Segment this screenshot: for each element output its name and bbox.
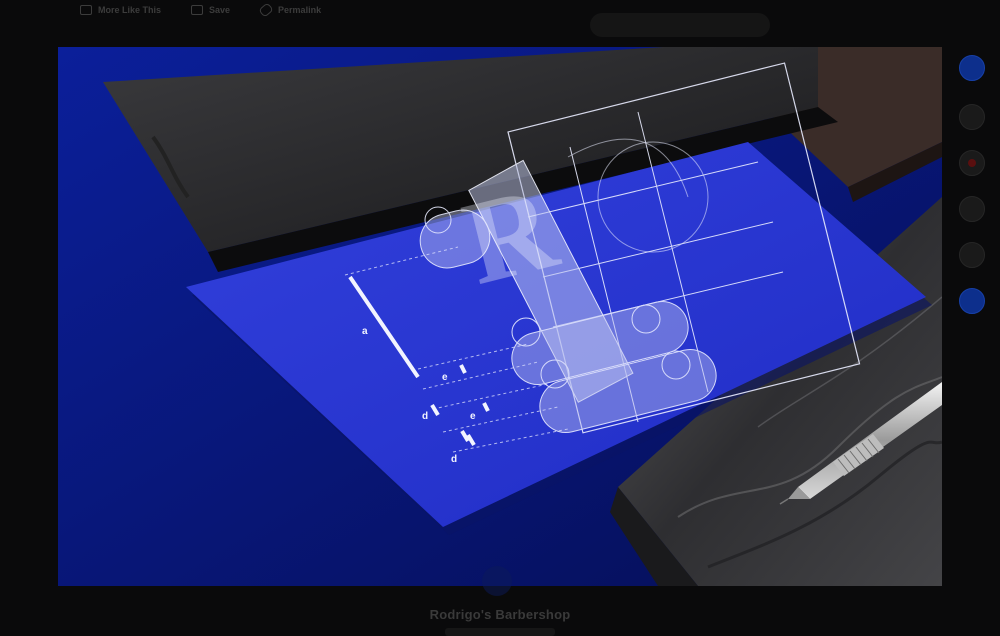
rail-pinterest[interactable] xyxy=(959,150,985,176)
share-icon xyxy=(959,242,985,268)
project-toolbar: More Like This Save Permalink xyxy=(80,0,321,20)
project-hero-image[interactable]: a e d e d R xyxy=(58,47,942,586)
mail-icon xyxy=(959,104,985,130)
social-rail xyxy=(944,55,1000,314)
business-card-mockup: a e d e d R xyxy=(58,47,942,586)
appreciate-icon xyxy=(959,288,985,314)
more-like-this-button[interactable]: More Like This xyxy=(80,5,161,15)
rail-share[interactable] xyxy=(959,242,985,268)
pinterest-icon xyxy=(959,150,985,176)
more-like-this-label: More Like This xyxy=(98,5,162,15)
message-icon xyxy=(959,196,985,222)
owner-avatar[interactable] xyxy=(482,566,512,596)
project-title: Rodrigo's Barbershop xyxy=(429,607,571,622)
link-icon xyxy=(258,2,274,18)
image-icon xyxy=(80,5,92,15)
save-label: Save xyxy=(209,5,231,15)
permalink-label: Permalink xyxy=(278,5,322,15)
dim-label-d1: d xyxy=(422,411,428,422)
dim-label-e2: e xyxy=(470,411,476,422)
dim-label-d2: d xyxy=(451,454,457,465)
phone-icon xyxy=(959,55,985,81)
rail-mail[interactable] xyxy=(959,104,985,130)
folder-icon xyxy=(191,5,204,15)
project-subtitle-placeholder xyxy=(445,628,555,636)
faded-header-button xyxy=(590,13,770,37)
rail-appreciate[interactable] xyxy=(959,288,985,314)
rail-phone[interactable] xyxy=(959,55,985,84)
dim-label-a: a xyxy=(362,326,368,337)
permalink-button[interactable]: Permalink xyxy=(258,2,322,18)
dim-label-e1: e xyxy=(442,372,448,383)
rail-message[interactable] xyxy=(959,196,985,222)
save-button[interactable]: Save xyxy=(191,5,230,15)
